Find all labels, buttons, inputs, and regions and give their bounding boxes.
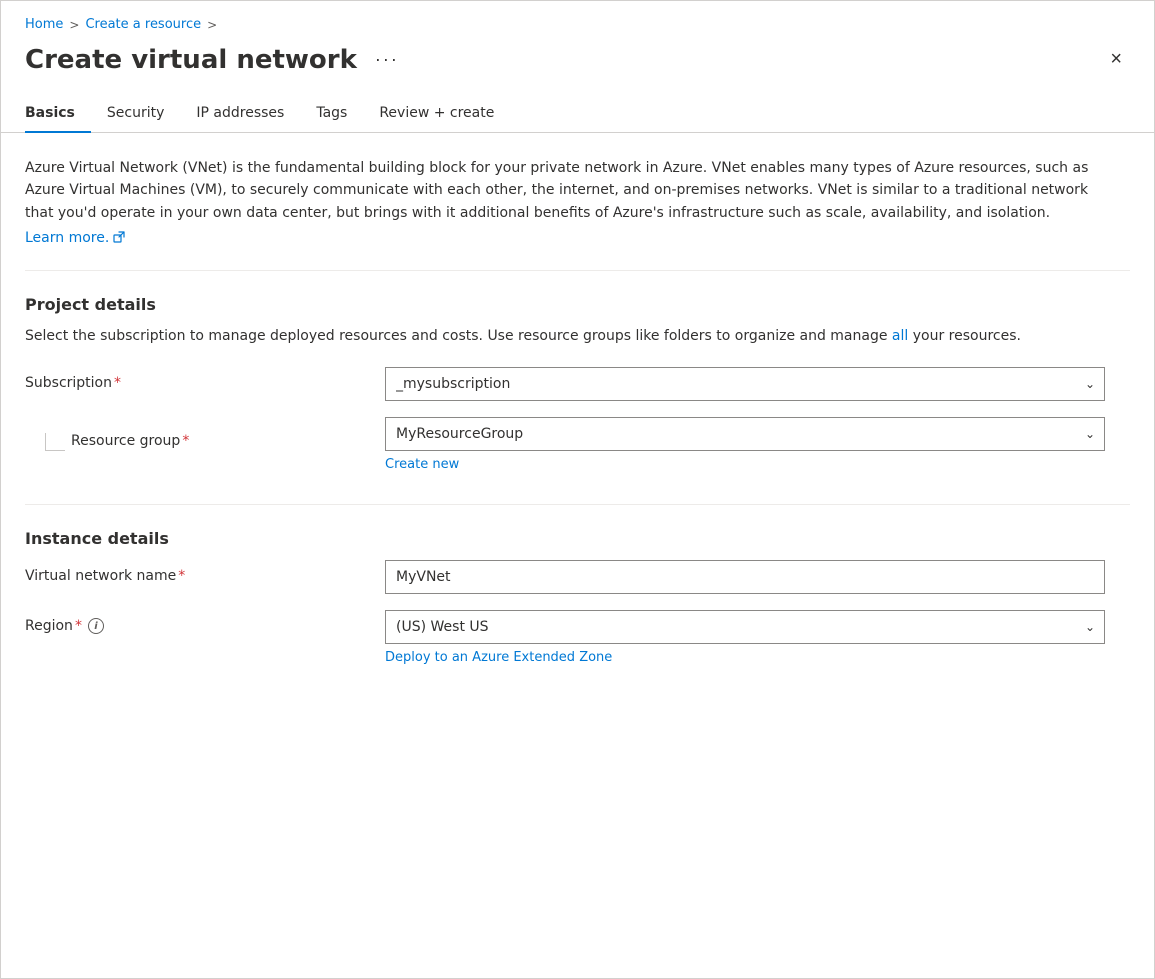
subscription-control-col: _mysubscription ⌄	[385, 367, 1105, 401]
subscription-dropdown-wrapper: _mysubscription ⌄	[385, 367, 1105, 401]
region-label-col: Region * i	[25, 610, 385, 634]
all-resources-link[interactable]: all	[892, 328, 908, 344]
region-required: *	[75, 618, 82, 634]
resource-group-row: Resource group * MyResourceGroup ⌄ Creat…	[25, 417, 1130, 472]
region-label: Region	[25, 618, 73, 634]
more-options-button[interactable]: ···	[369, 47, 405, 72]
tabs-container: Basics Security IP addresses Tags Review…	[1, 95, 1154, 133]
resource-group-select[interactable]: MyResourceGroup	[385, 417, 1105, 451]
resource-group-dropdown-wrapper: MyResourceGroup ⌄	[385, 417, 1105, 451]
breadcrumb: Home > Create a resource >	[1, 1, 1154, 40]
breadcrumb-separator-2: >	[207, 18, 217, 32]
vnet-name-label-col: Virtual network name *	[25, 560, 385, 584]
resource-group-label-col: Resource group *	[25, 417, 385, 451]
vnet-name-label: Virtual network name	[25, 568, 176, 584]
tab-tags[interactable]: Tags	[300, 95, 363, 133]
vnet-name-required: *	[178, 568, 185, 584]
close-button[interactable]: ×	[1102, 44, 1130, 75]
region-control-col: (US) West US(US) East US(EU) West Europe…	[385, 610, 1105, 665]
title-row: Create virtual network ···	[25, 45, 405, 75]
divider-1	[25, 270, 1130, 271]
region-row: Region * i (US) West US(US) East US(EU) …	[25, 610, 1130, 665]
region-select[interactable]: (US) West US(US) East US(EU) West Europe	[385, 610, 1105, 644]
vnet-name-control-col	[385, 560, 1105, 594]
vnet-name-input[interactable]	[385, 560, 1105, 594]
resource-group-required: *	[182, 433, 189, 449]
instance-details-heading: Instance details	[25, 529, 1130, 548]
tab-review-create[interactable]: Review + create	[363, 95, 510, 133]
resource-group-label: Resource group	[71, 433, 180, 449]
subscription-label-col: Subscription *	[25, 367, 385, 391]
divider-2	[25, 504, 1130, 505]
instance-details-section: Instance details Virtual network name * …	[25, 529, 1130, 665]
create-new-link[interactable]: Create new	[385, 457, 459, 472]
description-text: Azure Virtual Network (VNet) is the fund…	[25, 157, 1105, 224]
resource-group-control-col: MyResourceGroup ⌄ Create new	[385, 417, 1105, 472]
region-dropdown-wrapper: (US) West US(US) East US(EU) West Europe…	[385, 610, 1105, 644]
tab-ip-addresses[interactable]: IP addresses	[180, 95, 300, 133]
breadcrumb-create-resource[interactable]: Create a resource	[85, 17, 201, 32]
page-header: Create virtual network ··· ×	[1, 40, 1154, 95]
region-info-icon[interactable]: i	[88, 618, 104, 634]
project-details-description: Select the subscription to manage deploy…	[25, 326, 1105, 347]
tab-basics[interactable]: Basics	[25, 95, 91, 133]
subscription-row: Subscription * _mysubscription ⌄	[25, 367, 1130, 401]
deploy-extended-zone-link[interactable]: Deploy to an Azure Extended Zone	[385, 650, 612, 665]
breadcrumb-home[interactable]: Home	[25, 17, 63, 32]
subscription-required: *	[114, 375, 121, 391]
page-title: Create virtual network	[25, 45, 357, 75]
external-link-icon	[113, 231, 125, 246]
content-area: Azure Virtual Network (VNet) is the fund…	[1, 133, 1154, 721]
subscription-label: Subscription	[25, 375, 112, 391]
project-details-heading: Project details	[25, 295, 1130, 314]
breadcrumb-separator-1: >	[69, 18, 79, 32]
learn-more-link[interactable]: Learn more.	[25, 230, 125, 246]
vnet-name-row: Virtual network name *	[25, 560, 1130, 594]
subscription-select[interactable]: _mysubscription	[385, 367, 1105, 401]
description-block: Azure Virtual Network (VNet) is the fund…	[25, 157, 1130, 246]
project-details-section: Project details Select the subscription …	[25, 295, 1130, 472]
tab-security[interactable]: Security	[91, 95, 181, 133]
